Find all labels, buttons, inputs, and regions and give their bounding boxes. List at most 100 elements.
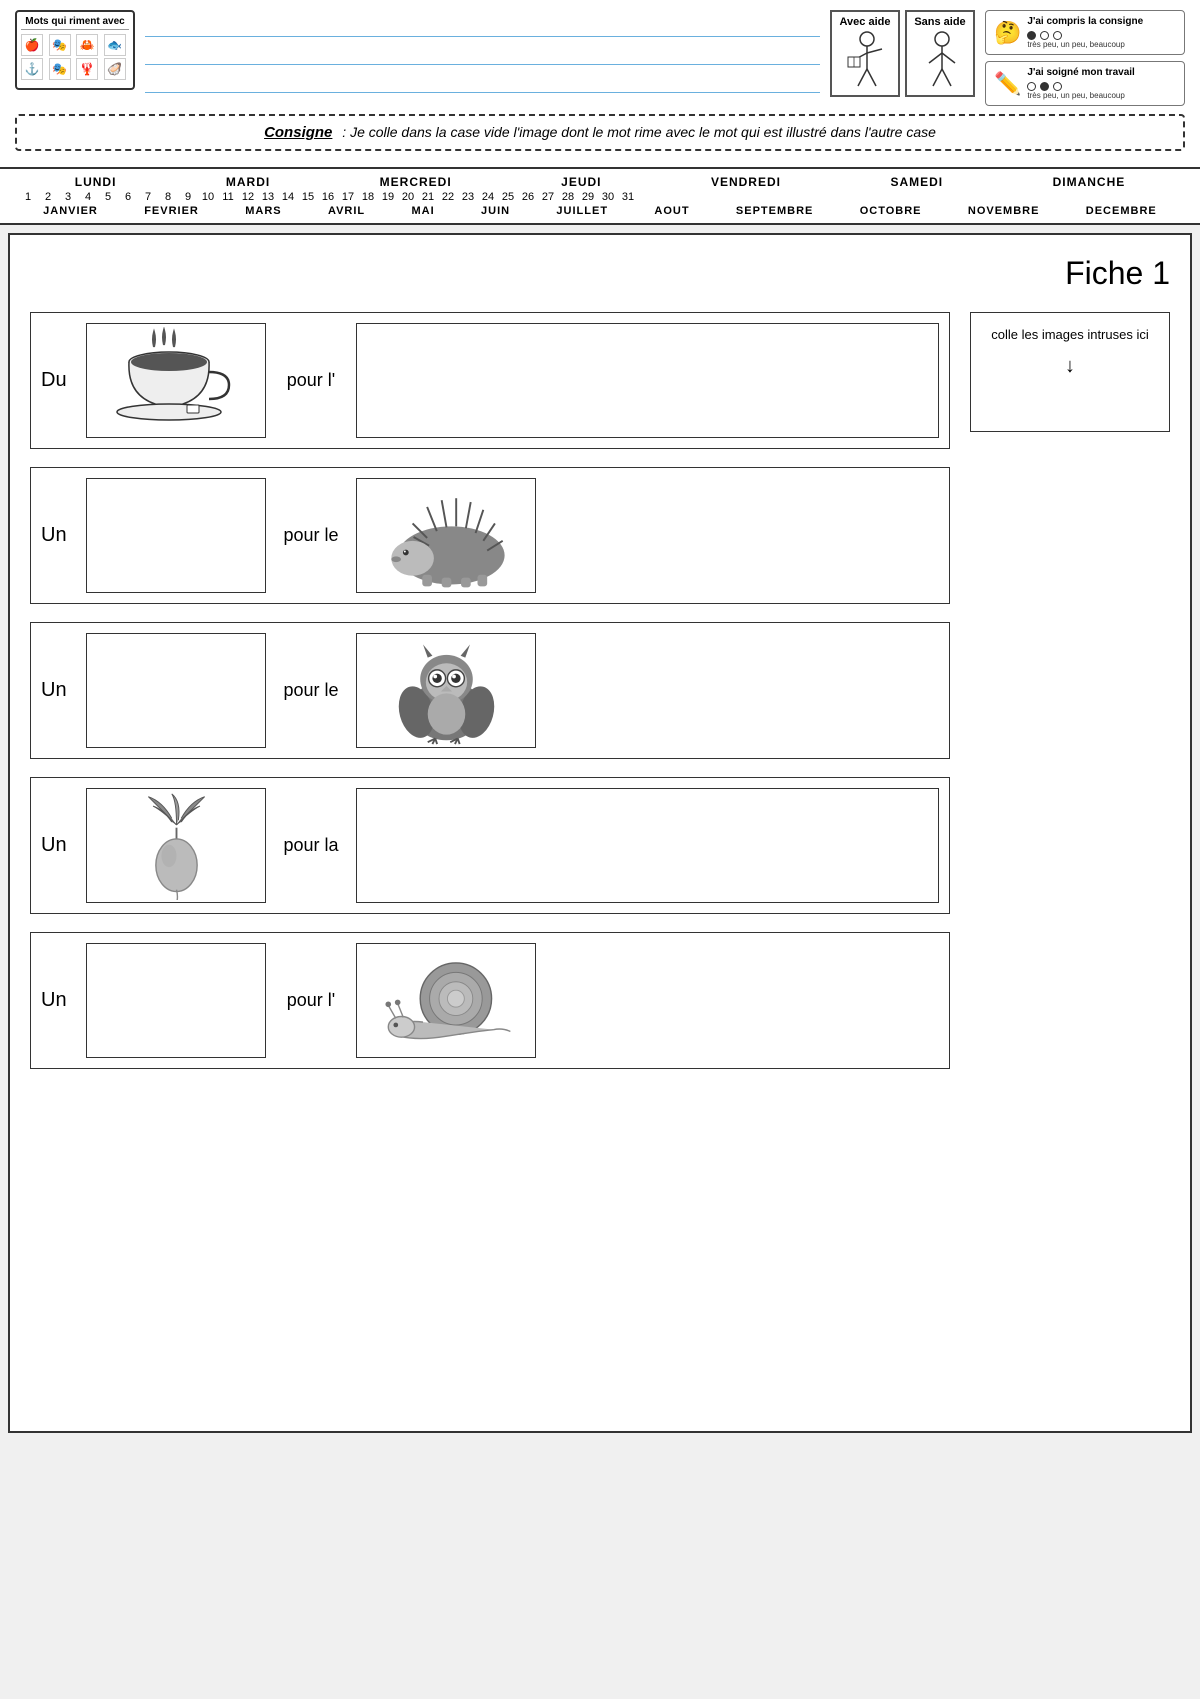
header-row: Mots qui riment avec 🍎 🎭 🦀 🐟 ⚓ 🎭 🦞 🦪 Ave… — [15, 10, 1185, 106]
mots-icons-grid: 🍎 🎭 🦀 🐟 ⚓ 🎭 🦞 🦪 — [21, 34, 129, 80]
month-decembre: DECEMBRE — [1086, 205, 1157, 217]
num-31: 31 — [620, 191, 636, 203]
icon-mask: 🎭 — [49, 34, 71, 56]
writing-line-3[interactable] — [145, 71, 820, 93]
day-lundi: LUNDI — [75, 175, 117, 189]
side-column: colle les images intruses ici ↓ — [970, 312, 1170, 1069]
dot-2b[interactable] — [1040, 82, 1049, 91]
answer-box-1[interactable] — [356, 323, 939, 438]
num-27: 27 — [540, 191, 556, 203]
rating-content-1: J'ai compris la consigne très peu, un pe… — [1027, 16, 1176, 49]
rating-dots-2 — [1027, 82, 1176, 91]
answer-box-4[interactable] — [356, 788, 939, 903]
image-box-5-empty[interactable] — [86, 943, 266, 1058]
day-mercredi: MERCREDI — [380, 175, 452, 189]
pour-label-5: pour l' — [276, 990, 346, 1011]
numbers-row: 1 2 3 4 5 6 7 8 9 10 11 12 13 14 15 16 1… — [20, 191, 1180, 203]
num-18: 18 — [360, 191, 376, 203]
num-25: 25 — [500, 191, 516, 203]
dot-2c[interactable] — [1053, 82, 1062, 91]
mots-qui-box: Mots qui riment avec 🍎 🎭 🦀 🐟 ⚓ 🎭 🦞 🦪 — [15, 10, 135, 90]
exercise-row-3: Un pour le — [30, 622, 950, 759]
num-9: 9 — [180, 191, 196, 203]
rating-content-2: J'ai soigné mon travail très peu, un peu… — [1027, 67, 1176, 100]
article-2: Un — [41, 524, 76, 547]
num-24: 24 — [480, 191, 496, 203]
coffee-cup-svg — [99, 327, 254, 435]
exercise-row-1: Du — [30, 312, 950, 449]
pour-label-2: pour le — [276, 525, 346, 546]
num-13: 13 — [260, 191, 276, 203]
dot-2a[interactable] — [1027, 82, 1036, 91]
pencil-icon: ✏️ — [994, 71, 1021, 97]
fiche-header: Fiche 1 — [30, 255, 1170, 292]
month-janvier: JANVIER — [43, 205, 98, 217]
num-20: 20 — [400, 191, 416, 203]
rating-box-1: 🤔 J'ai compris la consigne très peu, un … — [985, 10, 1185, 55]
day-samedi: SAMEDI — [890, 175, 943, 189]
colle-box: colle les images intruses ici ↓ — [970, 312, 1170, 432]
days-row: LUNDI MARDI MERCREDI JEUDI VENDREDI SAME… — [20, 175, 1180, 189]
num-16: 16 — [320, 191, 336, 203]
owl-svg — [369, 637, 524, 745]
sans-aide-label: Sans aide — [913, 16, 967, 28]
dot-1c[interactable] — [1053, 31, 1062, 40]
radish-svg — [99, 792, 254, 900]
avec-aide-figure — [838, 31, 896, 91]
writing-line-1[interactable] — [145, 15, 820, 37]
icon-apple: 🍎 — [21, 34, 43, 56]
month-mars: MARS — [245, 205, 281, 217]
article-4: Un — [41, 834, 76, 857]
month-juillet: JUILLET — [556, 205, 608, 217]
pour-label-1: pour l' — [276, 370, 346, 391]
month-mai: MAI — [412, 205, 435, 217]
sans-aide-figure — [913, 31, 971, 91]
article-5: Un — [41, 989, 76, 1012]
colle-arrow: ↓ — [983, 351, 1157, 381]
sans-aide-svg — [915, 31, 970, 91]
months-row: JANVIER FEVRIER MARS AVRIL MAI JUIN JUIL… — [20, 205, 1180, 217]
num-12: 12 — [240, 191, 256, 203]
month-avril: AVRIL — [328, 205, 365, 217]
num-21: 21 — [420, 191, 436, 203]
rating-panel: 🤔 J'ai compris la consigne très peu, un … — [985, 10, 1185, 106]
consigne-body: : Je colle dans la case vide l'image don… — [342, 124, 936, 140]
main-section: Fiche 1 Du — [8, 233, 1192, 1433]
num-15: 15 — [300, 191, 316, 203]
icon-mask2: 🎭 — [49, 58, 71, 80]
num-28: 28 — [560, 191, 576, 203]
avec-aide-label: Avec aide — [838, 16, 892, 28]
exercise-row-4: Un — [30, 777, 950, 914]
exercise-row-5: Un pour l' — [30, 932, 950, 1069]
num-2: 2 — [40, 191, 56, 203]
thinking-icon: 🤔 — [994, 20, 1021, 46]
rating-title-1: J'ai compris la consigne — [1027, 16, 1176, 27]
num-22: 22 — [440, 191, 456, 203]
num-14: 14 — [280, 191, 296, 203]
content-layout: Du — [30, 312, 1170, 1069]
month-septembre: SEPTEMBRE — [736, 205, 813, 217]
consigne-text: Consigne : Je colle dans la case vide l'… — [32, 124, 1168, 141]
day-mardi: MARDI — [226, 175, 270, 189]
rating-labels-1: très peu, un peu, beaucoup — [1027, 40, 1176, 49]
image-box-3-empty[interactable] — [86, 633, 266, 748]
rating-labels-2: très peu, un peu, beaucoup — [1027, 91, 1176, 100]
pour-label-3: pour le — [276, 680, 346, 701]
article-1: Du — [41, 369, 76, 392]
image-box-2-empty[interactable] — [86, 478, 266, 593]
dot-1b[interactable] — [1040, 31, 1049, 40]
dot-1a[interactable] — [1027, 31, 1036, 40]
image-box-4-radish — [86, 788, 266, 903]
num-29: 29 — [580, 191, 596, 203]
num-7: 7 — [140, 191, 156, 203]
icon-anchor: ⚓ — [21, 58, 43, 80]
month-fevrier: FEVRIER — [144, 205, 199, 217]
month-juin: JUIN — [481, 205, 510, 217]
avec-aide-svg — [840, 31, 895, 91]
avec-sans-area: Avec aide — [830, 10, 975, 97]
num-8: 8 — [160, 191, 176, 203]
writing-line-2[interactable] — [145, 43, 820, 65]
num-23: 23 — [460, 191, 476, 203]
month-aout: AOUT — [654, 205, 689, 217]
snail-svg — [369, 947, 524, 1055]
